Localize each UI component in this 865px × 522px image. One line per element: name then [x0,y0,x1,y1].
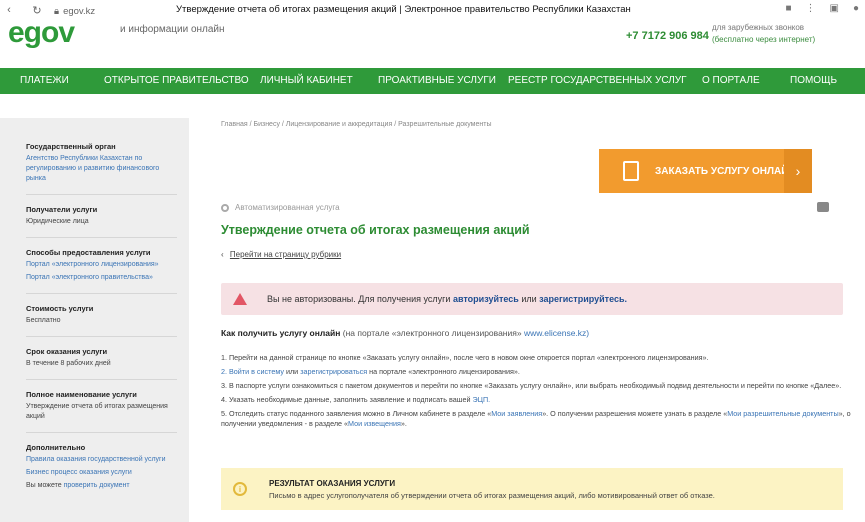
divider [26,336,177,337]
sidebar-methods-title: Способы предоставления услуги [26,248,151,257]
sidebar-verify-link[interactable]: проверить документ [64,482,130,489]
bookmark-icon[interactable]: ■ [785,3,791,14]
my-notices-link[interactable]: Мои извещения [348,419,401,428]
menu-item-personal-account[interactable]: ЛИЧНЫЙ КАБИНЕТ [260,75,353,86]
sidebar-rules-link[interactable]: Правила оказания государственной услуги [26,455,177,465]
service-result-box: i РЕЗУЛЬТАТ ОКАЗАНИЯ УСЛУГИ Письмо в адр… [221,468,843,510]
list-item: 4. Указать необходимые данные, заполнить… [221,395,851,405]
alert-text: Вы не авторизованы. Для получения услуги… [267,294,627,304]
tab-title: Утверждение отчета об итогах размещения … [176,4,631,15]
order-service-online-button[interactable]: ЗАКАЗАТЬ УСЛУГУ ОНЛАЙН › [599,149,812,193]
print-icon[interactable] [817,202,829,212]
main-menu: ПЛАТЕЖИ ОТКРЫТОЕ ПРАВИТЕЛЬСТВО ЛИЧНЫЙ КА… [0,68,865,94]
result-text: Письмо в адрес услугополучателя об утвер… [269,490,715,500]
sidebar-cost-text: Бесплатно [26,317,61,324]
step-text: ». О получении разрешения можете узнать … [542,409,728,418]
sidebar-term-text: В течение 8 рабочих дней [26,360,111,367]
sidebar-verify-row: Вы можете проверить документ [26,481,177,491]
menu-item-proactive-services[interactable]: ПРОАКТИВНЫЕ УСЛУГИ [378,75,496,86]
my-permits-link[interactable]: Мои разрешительные документы [727,409,838,418]
sidebar-gov-title: Государственный орган [26,142,116,151]
sidebar-fullname-text: Утверждение отчета об итогах размещения … [26,403,168,420]
sidebar-method-elicense[interactable]: Портал «электронного лицензирования» [26,260,177,270]
extension-icon[interactable]: ▣ [830,3,839,14]
header-subtitle: и информации онлайн [120,24,225,35]
gear-icon [221,203,229,212]
my-applications-link[interactable]: Мои заявления [491,409,542,418]
menu-item-services-registry[interactable]: РЕЕСТР ГОСУДАРСТВЕННЫХ УСЛУГ [508,75,687,86]
register-link[interactable]: зарегистрируйтесь. [539,294,627,304]
elicense-link[interactable]: www.elicense.kz) [524,328,589,338]
sidebar-recipients-text: Юридические лица [26,218,89,225]
browser-toolbar: ‹ ↻ 🔒︎ egov.kz Утверждение отчета об ито… [0,0,865,22]
step-text: 5. Отследить статус поданного заявления … [221,409,492,418]
menu-item-payments[interactable]: ПЛАТЕЖИ [20,75,69,86]
address-text: egov.kz [63,5,96,17]
phone-note: для зарубежных звонков (бесплатно через … [712,22,815,46]
document-icon [623,161,639,181]
alert-text-part: или [521,294,537,304]
sidebar-verify-text: Вы можете [26,482,62,489]
login-system-link[interactable]: 2. Войти в систему [221,367,284,376]
sidebar-fullname-title: Полное наименование услуги [26,390,137,399]
service-sidebar: Государственный орган Агентство Республи… [0,118,189,522]
automated-service-label: Автоматизированная услуга [235,203,340,212]
logo[interactable]: egov [8,16,75,50]
how-note: (на портале «электронного лицензирования… [342,328,522,338]
phone-note-line-2: (бесплатно через интернет) [712,35,816,44]
phone-note-line-1: для зарубежных звонков [712,23,805,32]
warning-icon [233,293,247,305]
main-content: Главная / Бизнесу / Лицензирование и акк… [189,118,865,522]
how-to-get-heading: Как получить услугу онлайн (на портале «… [221,328,589,338]
profile-icon[interactable]: ● [853,3,859,14]
chevron-right-icon: › [784,149,812,193]
info-icon: i [233,482,247,496]
step-text: ». [400,419,407,428]
divider [26,432,177,433]
register-step-link[interactable]: зарегистрироваться [300,367,367,376]
how-title-text: Как получить услугу онлайн [221,328,341,338]
sidebar-business-process-link[interactable]: Бизнес процесс оказания услуги [26,468,177,478]
back-to-category-label: Перейти на страницу рубрики [229,250,342,259]
result-title: РЕЗУЛЬТАТ ОКАЗАНИЯ УСЛУГИ [269,478,396,488]
phone-number[interactable]: +7 7172 906 984 [626,30,709,42]
divider [26,379,177,380]
list-item: 3. В паспорте услуги ознакомиться с паке… [221,381,842,390]
lock-icon: 🔒︎ [54,5,60,17]
sidebar-extra-title: Дополнительно [26,443,86,452]
divider [26,237,177,238]
steps-list: 1. Перейти на данной странице по кнопке … [221,353,851,433]
list-item: 2. Войти в систему или зарегистрироватьс… [221,367,851,377]
sidebar-recipients-title: Получатели услуги [26,205,98,214]
step-text: 4. Указать необходимые данные, заполнить… [221,395,471,404]
menu-dots-icon[interactable]: ⋮ [806,3,816,14]
order-button-label: ЗАКАЗАТЬ УСЛУГУ ОНЛАЙН [655,165,796,177]
step-text: или [285,367,299,376]
step-text: на портале «электронного лицензирования»… [369,367,520,376]
menu-item-open-government[interactable]: ОТКРЫТОЕ ПРАВИТЕЛЬСТВО [104,75,249,86]
login-link[interactable]: авторизуйтесь [453,294,519,304]
menu-item-about[interactable]: О ПОРТАЛЕ [702,75,760,86]
back-to-category[interactable]: ‹ Перейти на страницу рубрики [221,250,341,259]
list-item: 1. Перейти на данной странице по кнопке … [221,353,709,362]
menu-item-help[interactable]: ПОМОЩЬ [790,75,837,86]
breadcrumb[interactable]: Главная / Бизнесу / Лицензирование и акк… [221,121,491,128]
site-header: egov и информации онлайн +7 7172 906 984… [0,16,865,68]
back-icon[interactable]: ‹ [2,4,16,16]
sidebar-method-egov[interactable]: Портал «электронного правительства» [26,273,177,283]
chevron-left-icon: ‹ [221,250,224,259]
automated-service-tag: Автоматизированная услуга [221,203,340,212]
eds-link[interactable]: ЭЦП. [472,395,490,404]
page-title: Утверждение отчета об итогах размещения … [221,223,530,237]
alert-text-part: Вы не авторизованы. Для получения услуги [267,294,451,304]
sidebar-cost-title: Стоимость услуги [26,304,94,313]
divider [26,194,177,195]
auth-alert: Вы не авторизованы. Для получения услуги… [221,283,843,315]
list-item: 5. Отследить статус поданного заявления … [221,409,851,429]
sidebar-term-title: Срок оказания услуги [26,347,108,356]
divider [26,293,177,294]
sidebar-gov-link[interactable]: Агентство Республики Казахстан по регули… [26,154,177,184]
